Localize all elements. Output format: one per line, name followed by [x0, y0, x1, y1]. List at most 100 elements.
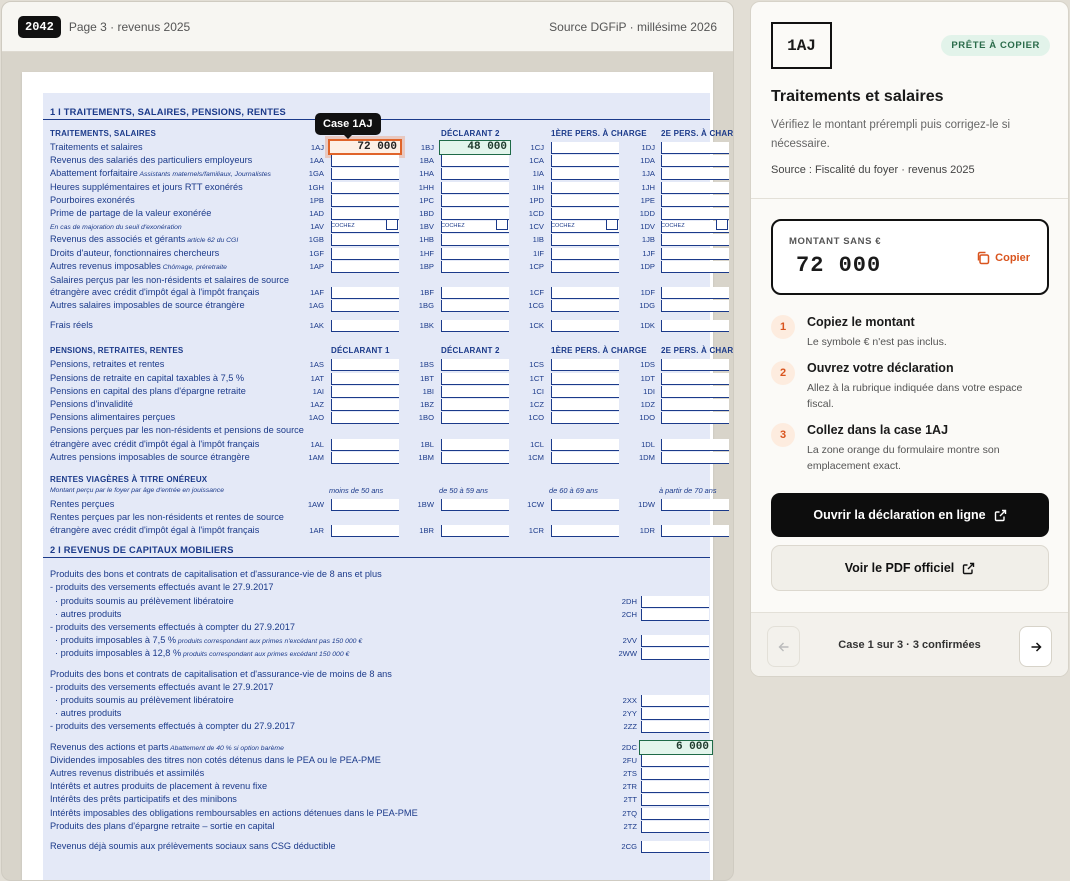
case-1BL-field[interactable]: [441, 438, 509, 451]
case-1CT-field[interactable]: [551, 372, 619, 385]
case-1AJ-field[interactable]: 72 000: [328, 139, 402, 155]
case-1BS-field[interactable]: [441, 359, 509, 372]
case-1HF-field[interactable]: [441, 247, 509, 260]
case-1JB-field[interactable]: [661, 234, 729, 247]
case-1DK-field[interactable]: [661, 320, 729, 333]
case-1AR-field[interactable]: [331, 525, 399, 538]
case-1AL-field[interactable]: [331, 438, 399, 451]
case-1BW-field[interactable]: [441, 498, 509, 511]
case-1DP-field[interactable]: [661, 260, 729, 273]
case-1BG-field[interactable]: [441, 300, 509, 313]
case-1DO-field[interactable]: [661, 412, 729, 425]
case-1BZ-field[interactable]: [441, 399, 509, 411]
case-2ZZ-field[interactable]: [641, 721, 709, 734]
case-1DW-field[interactable]: [661, 498, 729, 511]
case-1BJ-field[interactable]: 48 000: [439, 140, 511, 155]
case-2TS-field[interactable]: [641, 768, 709, 780]
case-1AG-field[interactable]: [331, 300, 399, 313]
case-1AT-field[interactable]: [331, 372, 399, 385]
case-1AM-field[interactable]: [331, 451, 399, 464]
case-1DI-field[interactable]: [661, 385, 729, 398]
case-1BD-field[interactable]: [441, 208, 509, 220]
case-1AP-field[interactable]: [331, 260, 399, 273]
case-1CZ-field[interactable]: [551, 399, 619, 411]
case-1DD-field[interactable]: [661, 208, 729, 220]
case-1HB-field[interactable]: [441, 234, 509, 247]
case-1AK-field[interactable]: [331, 320, 399, 333]
case-2FU-field[interactable]: [641, 754, 709, 767]
open-declaration-button[interactable]: Ouvrir la déclaration en ligne: [771, 493, 1049, 537]
case-1JA-field[interactable]: [661, 168, 729, 181]
case-1CJ-field[interactable]: [551, 142, 619, 154]
case-1DV-checkbox[interactable]: [716, 219, 728, 231]
case-1CL-field[interactable]: [551, 438, 619, 451]
case-1BI-field[interactable]: [441, 385, 509, 398]
case-1AD-field[interactable]: [331, 208, 399, 220]
case-1IB-field[interactable]: [551, 234, 619, 247]
case-1GB-field[interactable]: [331, 234, 399, 247]
next-case-button[interactable]: [1019, 626, 1052, 667]
case-1PD-field[interactable]: [551, 194, 619, 207]
case-1DA-field[interactable]: [661, 155, 729, 168]
case-1GH-field[interactable]: [331, 181, 399, 194]
case-1JF-field[interactable]: [661, 247, 729, 260]
case-1CR-field[interactable]: [551, 525, 619, 538]
case-1BK-field[interactable]: [441, 320, 509, 333]
case-1AA-field[interactable]: [331, 155, 399, 168]
case-1DS-field[interactable]: [661, 359, 729, 372]
case-1DG-field[interactable]: [661, 300, 729, 313]
case-1CK-field[interactable]: [551, 320, 619, 333]
form-page[interactable]: 1 I TRAITEMENTS, SALAIRES, PENSIONS, REN…: [22, 72, 733, 880]
case-1BO-field[interactable]: [441, 412, 509, 425]
case-1PE-field[interactable]: [661, 194, 729, 207]
case-1DF-field[interactable]: [661, 287, 729, 300]
case-1AV-checkbox[interactable]: [386, 219, 398, 231]
case-1AI-field[interactable]: [331, 385, 399, 398]
case-1AO-field[interactable]: [331, 412, 399, 425]
case-2DC-field[interactable]: 6 000: [639, 739, 713, 755]
case-1DJ-field[interactable]: [661, 142, 729, 154]
case-1BV-checkbox[interactable]: [496, 219, 508, 231]
case-1CS-field[interactable]: [551, 359, 619, 372]
case-2TZ-field[interactable]: [641, 820, 709, 833]
case-1DL-field[interactable]: [661, 438, 729, 451]
case-1CA-field[interactable]: [551, 155, 619, 168]
case-1CO-field[interactable]: [551, 412, 619, 425]
case-2XX-field[interactable]: [641, 695, 709, 707]
case-2VV-field[interactable]: [641, 635, 709, 648]
case-1BT-field[interactable]: [441, 372, 509, 385]
case-1IF-field[interactable]: [551, 247, 619, 260]
case-1AW-field[interactable]: [331, 498, 399, 511]
case-1DM-field[interactable]: [661, 451, 729, 464]
case-1IH-field[interactable]: [551, 181, 619, 194]
case-1DT-field[interactable]: [661, 372, 729, 385]
case-1BR-field[interactable]: [441, 525, 509, 538]
case-2CG-field[interactable]: [641, 841, 709, 853]
case-1AF-field[interactable]: [331, 287, 399, 300]
case-1PB-field[interactable]: [331, 194, 399, 207]
case-1CI-field[interactable]: [551, 385, 619, 398]
case-1CF-field[interactable]: [551, 287, 619, 300]
case-1CG-field[interactable]: [551, 300, 619, 313]
case-1IA-field[interactable]: [551, 168, 619, 181]
case-1AS-field[interactable]: [331, 359, 399, 372]
case-1BA-field[interactable]: [441, 155, 509, 168]
case-2DH-field[interactable]: [641, 595, 709, 608]
view-pdf-button[interactable]: Voir le PDF officiel: [771, 545, 1049, 591]
case-2YY-field[interactable]: [641, 708, 709, 721]
case-1BF-field[interactable]: [441, 287, 509, 300]
case-2TT-field[interactable]: [641, 794, 709, 807]
copy-button[interactable]: Copier: [976, 251, 1030, 265]
case-1CV-checkbox[interactable]: [606, 219, 618, 231]
case-1AZ-field[interactable]: [331, 399, 399, 411]
case-2CH-field[interactable]: [641, 608, 709, 621]
case-2TQ-field[interactable]: [641, 807, 709, 820]
case-1CD-field[interactable]: [551, 208, 619, 220]
case-1BP-field[interactable]: [441, 260, 509, 273]
case-1CP-field[interactable]: [551, 260, 619, 273]
case-1GF-field[interactable]: [331, 247, 399, 260]
case-2TR-field[interactable]: [641, 781, 709, 794]
case-1JH-field[interactable]: [661, 181, 729, 194]
case-1HA-field[interactable]: [441, 168, 509, 181]
case-1BM-field[interactable]: [441, 451, 509, 464]
